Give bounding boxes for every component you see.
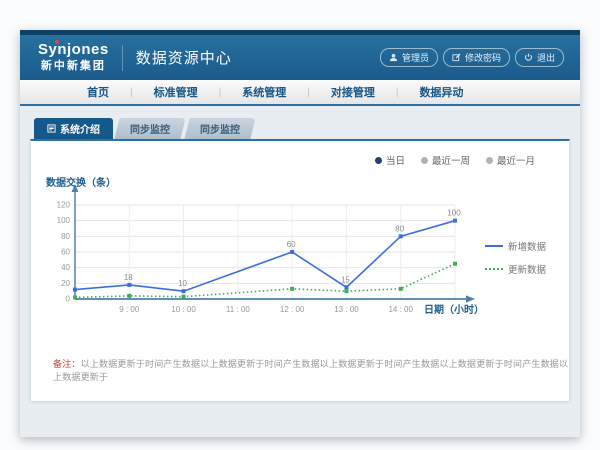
note-text: 以上数据更新于时间产生数据以上数据更新于时间产生数据以上数据更新于时间产生数据以… (53, 359, 568, 382)
tab-1[interactable]: 同步监控 (114, 118, 185, 139)
logo-brand: Synjones (38, 42, 109, 57)
data-point (399, 234, 403, 238)
legend-swatch (485, 245, 503, 247)
y-tick-label: 80 (61, 232, 70, 241)
header-action-label: 修改密码 (465, 51, 501, 64)
form-icon (47, 124, 56, 133)
data-point (182, 295, 186, 299)
footer-note: 备注：以上数据更新于时间产生数据以上数据更新于时间产生数据以上数据更新于时间产生… (53, 357, 569, 383)
data-point (290, 287, 294, 291)
tab-0[interactable]: 系统介绍 (34, 118, 113, 139)
header-actions: 管理员 修改密码 退出 (380, 48, 564, 67)
note-prefix: 备注： (53, 359, 81, 369)
data-point (182, 289, 186, 293)
x-tick-label: 14 : 00 (388, 305, 413, 314)
edit-icon (452, 53, 461, 62)
x-tick-label: 11 : 00 (226, 305, 250, 314)
data-point (73, 288, 77, 292)
logo-company: 新中新集团 (38, 57, 109, 73)
time-filter-group: 当日 最近一周 最近一月 (375, 153, 535, 167)
data-exchange-line-chart: 0 20 40 60 80 100 120 9 : 00 10 : 00 11 : 00 12 : … (35, 181, 485, 321)
radio-unselected-icon (486, 157, 493, 164)
company-logo: Synjones 新中新集团 (38, 42, 109, 73)
legend-item-1[interactable]: 更新数据 (485, 262, 565, 276)
chart-legend: 新增数据更新数据 (485, 181, 565, 321)
nav-item-0[interactable]: 首页 (66, 84, 130, 100)
x-axis-title: 日期（小时） (424, 303, 484, 316)
x-tick-label: 12 : 00 (280, 305, 305, 314)
y-tick-label: 20 (61, 279, 70, 288)
content-area: 系统介绍 同步监控 同步监控 当日 最近一周 最近一月 数据交换（条） 0 20 40 60 8… (20, 106, 580, 437)
x-tick-label: 10 : 00 (171, 305, 196, 314)
tab-label: 系统介绍 (60, 121, 100, 136)
y-tick-label: 120 (57, 201, 71, 210)
y-tick-label: 40 (61, 263, 70, 272)
time-filter-2[interactable]: 最近一月 (486, 153, 535, 167)
header-action-label: 管理员 (402, 51, 429, 64)
tab-bar: 系统介绍 同步监控 同步监控 (34, 118, 570, 139)
page-title: 数据资源中心 (136, 47, 232, 68)
data-point (453, 262, 457, 266)
legend-item-0[interactable]: 新增数据 (485, 239, 565, 253)
x-tick-label: 13 : 00 (334, 305, 359, 314)
data-point-label: 15 (341, 275, 350, 284)
time-filter-label: 最近一月 (497, 153, 535, 167)
tab-label: 同步监控 (130, 121, 170, 136)
legend-label: 更新数据 (508, 262, 546, 276)
radio-unselected-icon (421, 157, 428, 164)
y-tick-label: 0 (66, 295, 71, 304)
y-tick-label: 60 (61, 248, 70, 257)
data-point (453, 219, 457, 223)
header-divider (122, 45, 123, 71)
power-icon (524, 53, 533, 62)
data-point-label: 80 (395, 224, 404, 233)
time-filter-label: 当日 (386, 153, 405, 167)
y-axis-title: 数据交换（条） (46, 174, 116, 189)
time-filter-1[interactable]: 最近一周 (421, 153, 470, 167)
user-icon (389, 53, 398, 62)
chart-row: 0 20 40 60 80 100 120 9 : 00 10 : 00 11 : 00 12 : … (31, 141, 569, 321)
data-point-label: 60 (287, 240, 296, 249)
time-filter-label: 最近一周 (432, 153, 470, 167)
legend-swatch (485, 268, 503, 270)
data-point-label: 18 (124, 273, 133, 282)
legend-label: 新增数据 (508, 239, 546, 253)
time-filter-0[interactable]: 当日 (375, 153, 405, 167)
logo-accent-dot (55, 40, 59, 44)
header-action-2[interactable]: 退出 (515, 48, 564, 67)
x-axis-arrow (466, 295, 475, 302)
y-tick-label: 100 (57, 216, 71, 225)
data-point (399, 287, 403, 291)
app-window: Synjones 新中新集团 数据资源中心 管理员 修改密码 退出 首页|标准管理|… (20, 30, 580, 437)
header-action-label: 退出 (537, 51, 555, 64)
data-point (290, 250, 294, 254)
data-point (73, 295, 77, 299)
chart-panel: 当日 最近一周 最近一月 数据交换（条） 0 20 40 60 80 100 120 9 : 00… (30, 139, 570, 401)
main-nav: 首页|标准管理|系统管理|对接管理|数据异动 (20, 80, 580, 106)
header-action-1[interactable]: 修改密码 (443, 48, 510, 67)
data-point (344, 285, 348, 289)
tab-2[interactable]: 同步监控 (184, 118, 255, 139)
data-point (344, 289, 348, 293)
tab-label: 同步监控 (200, 121, 240, 136)
data-point-label: 10 (178, 279, 187, 288)
radio-selected-icon (375, 157, 382, 164)
nav-item-1[interactable]: 标准管理 (133, 84, 219, 100)
header-action-0[interactable]: 管理员 (380, 48, 438, 67)
app-header: Synjones 新中新集团 数据资源中心 管理员 修改密码 退出 (20, 35, 580, 80)
x-tick-label: 9 : 00 (119, 305, 140, 314)
data-point (127, 283, 131, 287)
nav-item-4[interactable]: 数据异动 (398, 84, 484, 100)
nav-item-2[interactable]: 系统管理 (221, 84, 307, 100)
data-point-label: 100 (447, 209, 461, 218)
data-point (127, 294, 131, 298)
nav-item-3[interactable]: 对接管理 (310, 84, 396, 100)
